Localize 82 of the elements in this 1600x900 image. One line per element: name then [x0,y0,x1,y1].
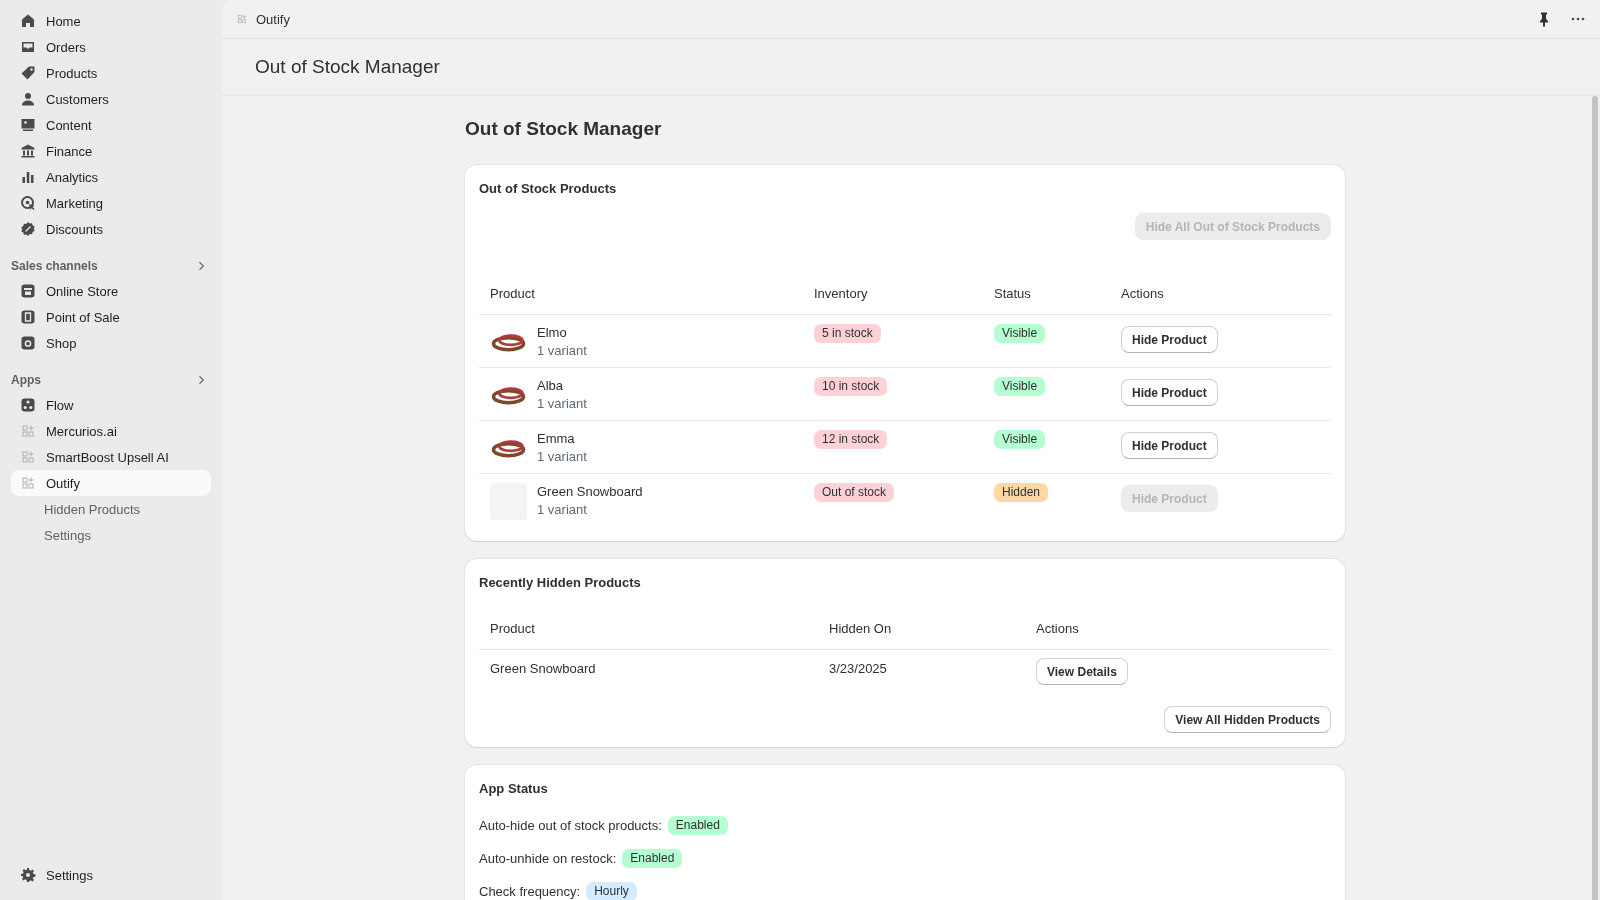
nav-item[interactable]: Finance [11,138,93,164]
target-icon [20,195,36,211]
nav-subitem[interactable]: Settings [11,522,91,548]
nav-item[interactable]: Content [11,112,92,138]
setting-label: Auto-unhide on restock: [479,851,617,866]
person-icon [20,91,36,107]
status-badge: Hourly [586,882,637,900]
section-heading: Apps [11,373,41,387]
status-badge: Visible [994,430,1046,449]
page-title: Out of Stock Manager [255,56,440,78]
shop-bag-icon [20,335,36,351]
nav-item[interactable]: Mercurios.ai [11,418,117,444]
app-grid-icon [20,423,36,439]
tag-icon [20,65,36,81]
nav-item[interactable]: Point of Sale [11,304,120,330]
nav-item[interactable]: Home [11,8,81,34]
product-name[interactable]: Alba [537,377,587,395]
app-grid-icon [236,13,248,25]
status-badge: Visible [994,324,1046,343]
storefront-icon [20,283,36,299]
hide-product-button[interactable]: Hide Product [1121,432,1218,459]
inbox-icon [20,39,36,55]
nav-item[interactable]: Analytics [11,164,99,190]
column-header: Actions [1035,620,1080,636]
column-header: Inventory [813,285,869,301]
column-header: Product [489,285,536,301]
card-title: Out of Stock Products [479,181,618,196]
hide-product-button[interactable]: Hide Product [1121,379,1218,406]
view-details-button[interactable]: View Details [1036,658,1128,685]
home-icon [20,13,36,29]
product-name[interactable]: Green Snowboard [537,483,643,501]
column-header: Hidden On [828,620,893,636]
nav-item[interactable]: Settings [11,862,93,888]
page-heading: Out of Stock Manager [465,118,663,140]
flow-icon [20,397,36,413]
discount-icon [20,221,36,237]
nav-item[interactable]: SmartBoost Upsell AI [11,444,169,470]
status-badge: Hidden [994,483,1049,502]
bank-icon [20,143,36,159]
app-grid-icon [20,449,36,465]
column-header: Actions [1120,285,1165,301]
variant-count: 1 variant [537,395,587,413]
scrollbar[interactable] [1592,96,1598,900]
column-header: Product [489,620,536,636]
variant-count: 1 variant [537,342,587,360]
view-all-button[interactable]: View All Hidden Products [1164,706,1331,733]
status-badge: Visible [994,377,1046,396]
nav-item[interactable]: Discounts [11,216,104,242]
nav-subitem[interactable]: Hidden Products [11,496,141,522]
nav-item[interactable]: Outify [11,470,211,496]
nav-item[interactable]: Customers [11,86,109,112]
setting-label: Check frequency: [479,884,581,899]
table-cell-text: 3/23/2025 [828,661,888,676]
setting-label: Auto-hide out of stock products: [479,818,662,833]
app-grid-icon [20,475,36,491]
variant-count: 1 variant [537,501,588,519]
variant-count: 1 variant [537,448,587,466]
status-badge: 10 in stock [814,377,888,396]
nav-item[interactable]: Marketing [11,190,104,216]
card-title: App Status [479,781,549,796]
nav-item[interactable]: Online Store [11,278,119,304]
column-header: Status [993,285,1032,301]
status-badge: 12 in stock [814,430,888,449]
bar-chart-icon [20,169,36,185]
nav-item[interactable]: Flow [11,392,74,418]
table-cell-text: Green Snowboard [489,661,597,676]
nav-item[interactable]: Products [11,60,98,86]
section-heading: Sales channels [11,259,98,273]
card-title: Recently Hidden Products [479,575,642,590]
hide-product-button[interactable]: Hide Product [1121,326,1218,353]
status-badge: 5 in stock [814,324,881,343]
app-title: Outify [256,11,290,27]
dollar-bag-icon [20,309,36,325]
nav-item[interactable]: Shop [11,330,77,356]
image-icon [20,117,36,133]
settings-icon [20,867,36,883]
status-badge: Enabled [667,816,728,835]
product-name[interactable]: Elmo [537,324,587,342]
product-name[interactable]: Emma [537,430,587,448]
status-badge: Enabled [622,849,683,868]
status-badge: Out of stock [814,483,895,502]
nav-item[interactable]: Orders [11,34,86,60]
